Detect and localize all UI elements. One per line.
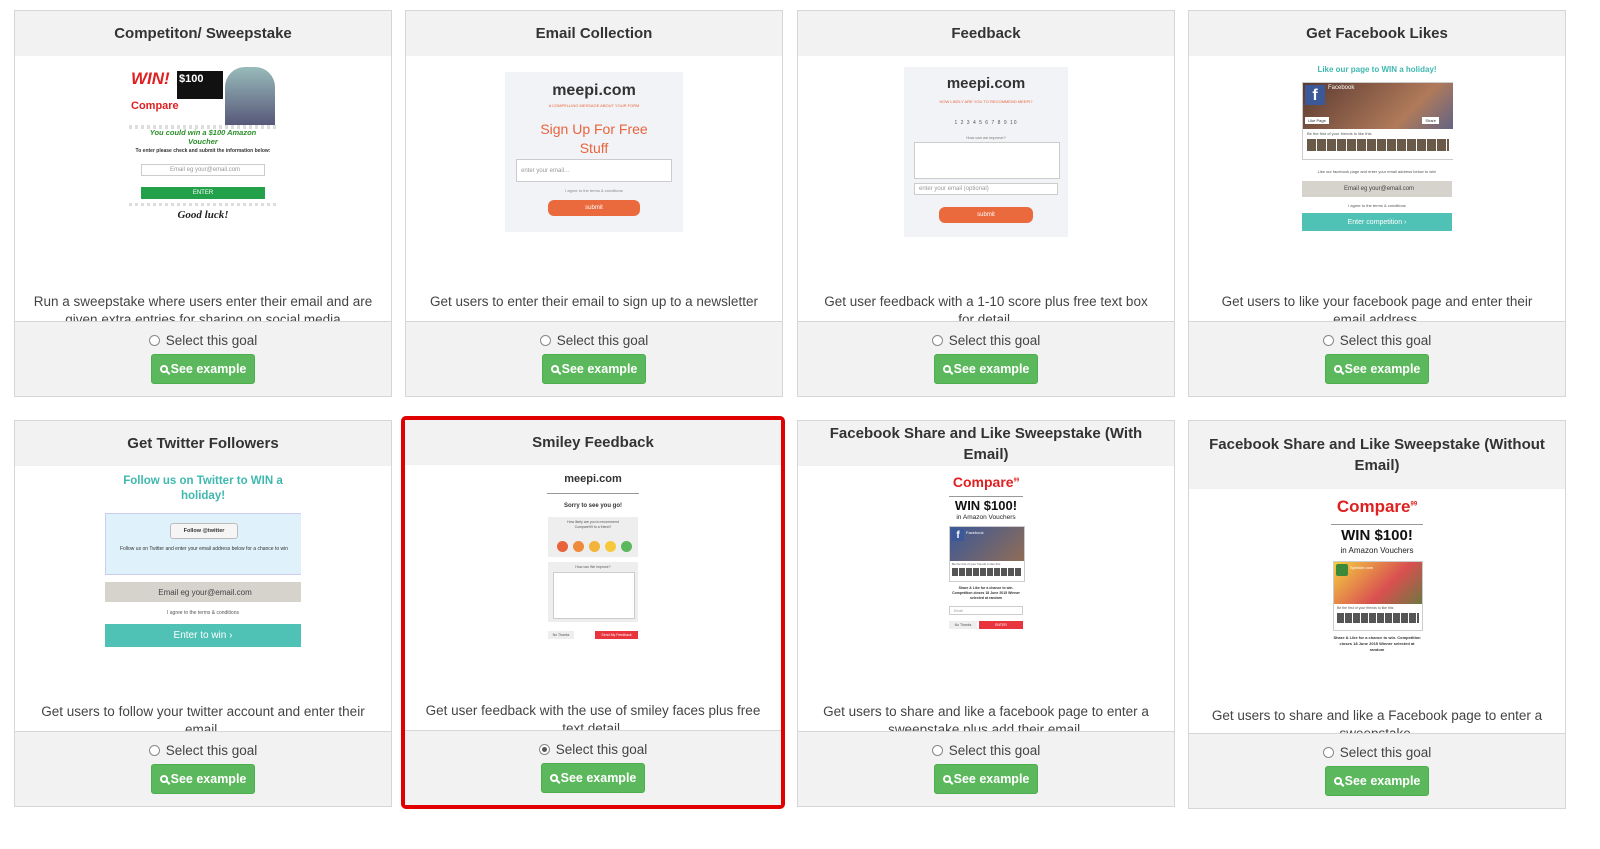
goal-radio[interactable] xyxy=(148,745,160,756)
smiley-scale xyxy=(557,541,632,552)
fb-share-without-email-preview-image: Compare99 WIN $100! in Amazon Vouchers S… xyxy=(1329,497,1425,657)
search-icon xyxy=(550,365,559,373)
goal-card-twitter-followers: Get Twitter Followers Follow us on Twitt… xyxy=(14,420,392,807)
see-example-button[interactable]: See example xyxy=(934,764,1038,794)
feedback-preview-image: meepi.com HOW LIKELY ARE YOU TO RECOMMEN… xyxy=(904,67,1068,237)
goal-radio[interactable] xyxy=(1322,747,1334,758)
select-goal-option[interactable]: Select this goal xyxy=(15,743,391,758)
smiley-feedback-preview-image: meepi.com Sorry to see you go! How likel… xyxy=(543,471,643,641)
select-goal-option[interactable]: Select this goal xyxy=(1189,333,1565,348)
goal-card-feedback: Feedback meepi.com HOW LIKELY ARE YOU TO… xyxy=(797,10,1175,397)
card-title: Facebook Share and Like Sweepstake (With… xyxy=(1189,421,1565,489)
select-goal-option[interactable]: Select this goal xyxy=(1189,745,1565,760)
card-title: Competiton/ Sweepstake xyxy=(15,11,391,56)
card-title: Feedback xyxy=(798,11,1174,56)
goal-radio[interactable] xyxy=(538,744,550,755)
see-example-button[interactable]: See example xyxy=(542,354,646,384)
twitter-followers-preview-image: Follow us on Twitter to WIN a holiday! F… xyxy=(105,472,301,650)
search-icon xyxy=(942,775,951,783)
see-example-button[interactable]: See example xyxy=(1325,766,1429,796)
select-goal-option[interactable]: Select this goal xyxy=(798,333,1174,348)
goal-card-email-collection: Email Collection meepi.com A COMPELLING … xyxy=(405,10,783,397)
search-icon xyxy=(159,365,168,373)
goal-card-facebook-likes: Get Facebook Likes Like our page to WIN … xyxy=(1188,10,1566,397)
goal-radio[interactable] xyxy=(1322,335,1334,346)
goal-card-competition: Competiton/ Sweepstake WIN! $100 Compare… xyxy=(14,10,392,397)
search-icon xyxy=(549,774,558,782)
see-example-button[interactable]: See example xyxy=(1325,354,1429,384)
card-title: Smiley Feedback xyxy=(405,420,781,465)
select-goal-option[interactable]: Select this goal xyxy=(15,333,391,348)
goal-card-facebook-share-like-without-email: Facebook Share and Like Sweepstake (With… xyxy=(1188,420,1566,809)
card-title: Get Facebook Likes xyxy=(1189,11,1565,56)
select-goal-option[interactable]: Select this goal xyxy=(405,742,781,757)
see-example-button[interactable]: See example xyxy=(151,354,255,384)
card-title: Facebook Share and Like Sweepstake (With… xyxy=(798,421,1174,466)
search-icon xyxy=(1333,365,1342,373)
card-description: Get users to enter their email to sign u… xyxy=(430,294,758,309)
fb-share-with-email-preview-image: Compare99 WIN $100! in Amazon Vouchers f… xyxy=(947,474,1025,648)
card-title: Get Twitter Followers xyxy=(15,421,391,466)
goal-radio[interactable] xyxy=(539,335,551,346)
email-collection-preview-image: meepi.com A COMPELLING MESSAGE ABOUT YOU… xyxy=(505,72,683,232)
search-icon xyxy=(942,365,951,373)
see-example-button[interactable]: See example xyxy=(151,764,255,794)
goal-radio[interactable] xyxy=(931,745,943,756)
goal-card-facebook-share-like-with-email: Facebook Share and Like Sweepstake (With… xyxy=(797,420,1175,807)
search-icon xyxy=(159,775,168,783)
twitter-follow-mock: Follow @twitter xyxy=(170,523,238,539)
goal-radio[interactable] xyxy=(931,335,943,346)
goal-radio[interactable] xyxy=(148,335,160,346)
select-goal-option[interactable]: Select this goal xyxy=(406,333,782,348)
card-title: Email Collection xyxy=(406,11,782,56)
goal-card-smiley-feedback: Smiley Feedback meepi.com Sorry to see y… xyxy=(401,416,785,809)
search-icon xyxy=(1333,777,1342,785)
see-example-button[interactable]: See example xyxy=(934,354,1038,384)
select-goal-option[interactable]: Select this goal xyxy=(798,743,1174,758)
competition-preview-image: WIN! $100 Compare You could win a $100 A… xyxy=(129,67,277,233)
see-example-button[interactable]: See example xyxy=(541,763,645,793)
facebook-likes-preview-image: Like our page to WIN a holiday! f Facebo… xyxy=(1301,62,1453,240)
